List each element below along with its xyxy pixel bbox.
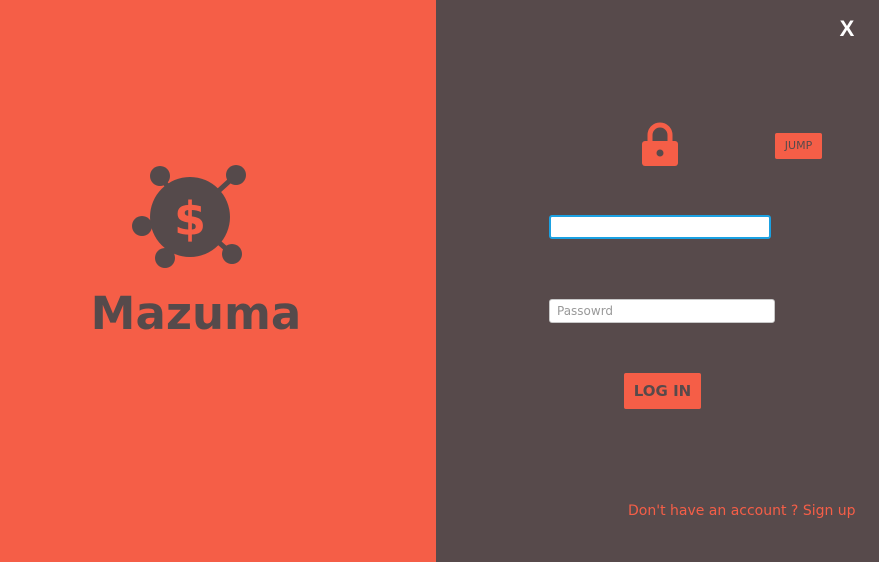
lock-icon	[642, 122, 678, 166]
login-panel	[436, 0, 879, 562]
close-button[interactable]: X	[836, 16, 858, 42]
password-field[interactable]	[549, 299, 775, 323]
signup-link[interactable]: Don't have an account ? Sign up	[628, 501, 858, 521]
money-network-icon: $	[132, 165, 246, 268]
jump-button[interactable]: JUMP	[775, 133, 822, 159]
brand-panel: $ Mazuma	[0, 0, 436, 562]
svg-text:$: $	[174, 192, 206, 246]
username-field[interactable]	[549, 215, 771, 239]
brand-name: Mazuma	[90, 287, 302, 340]
login-button[interactable]: LOG IN	[624, 373, 701, 409]
